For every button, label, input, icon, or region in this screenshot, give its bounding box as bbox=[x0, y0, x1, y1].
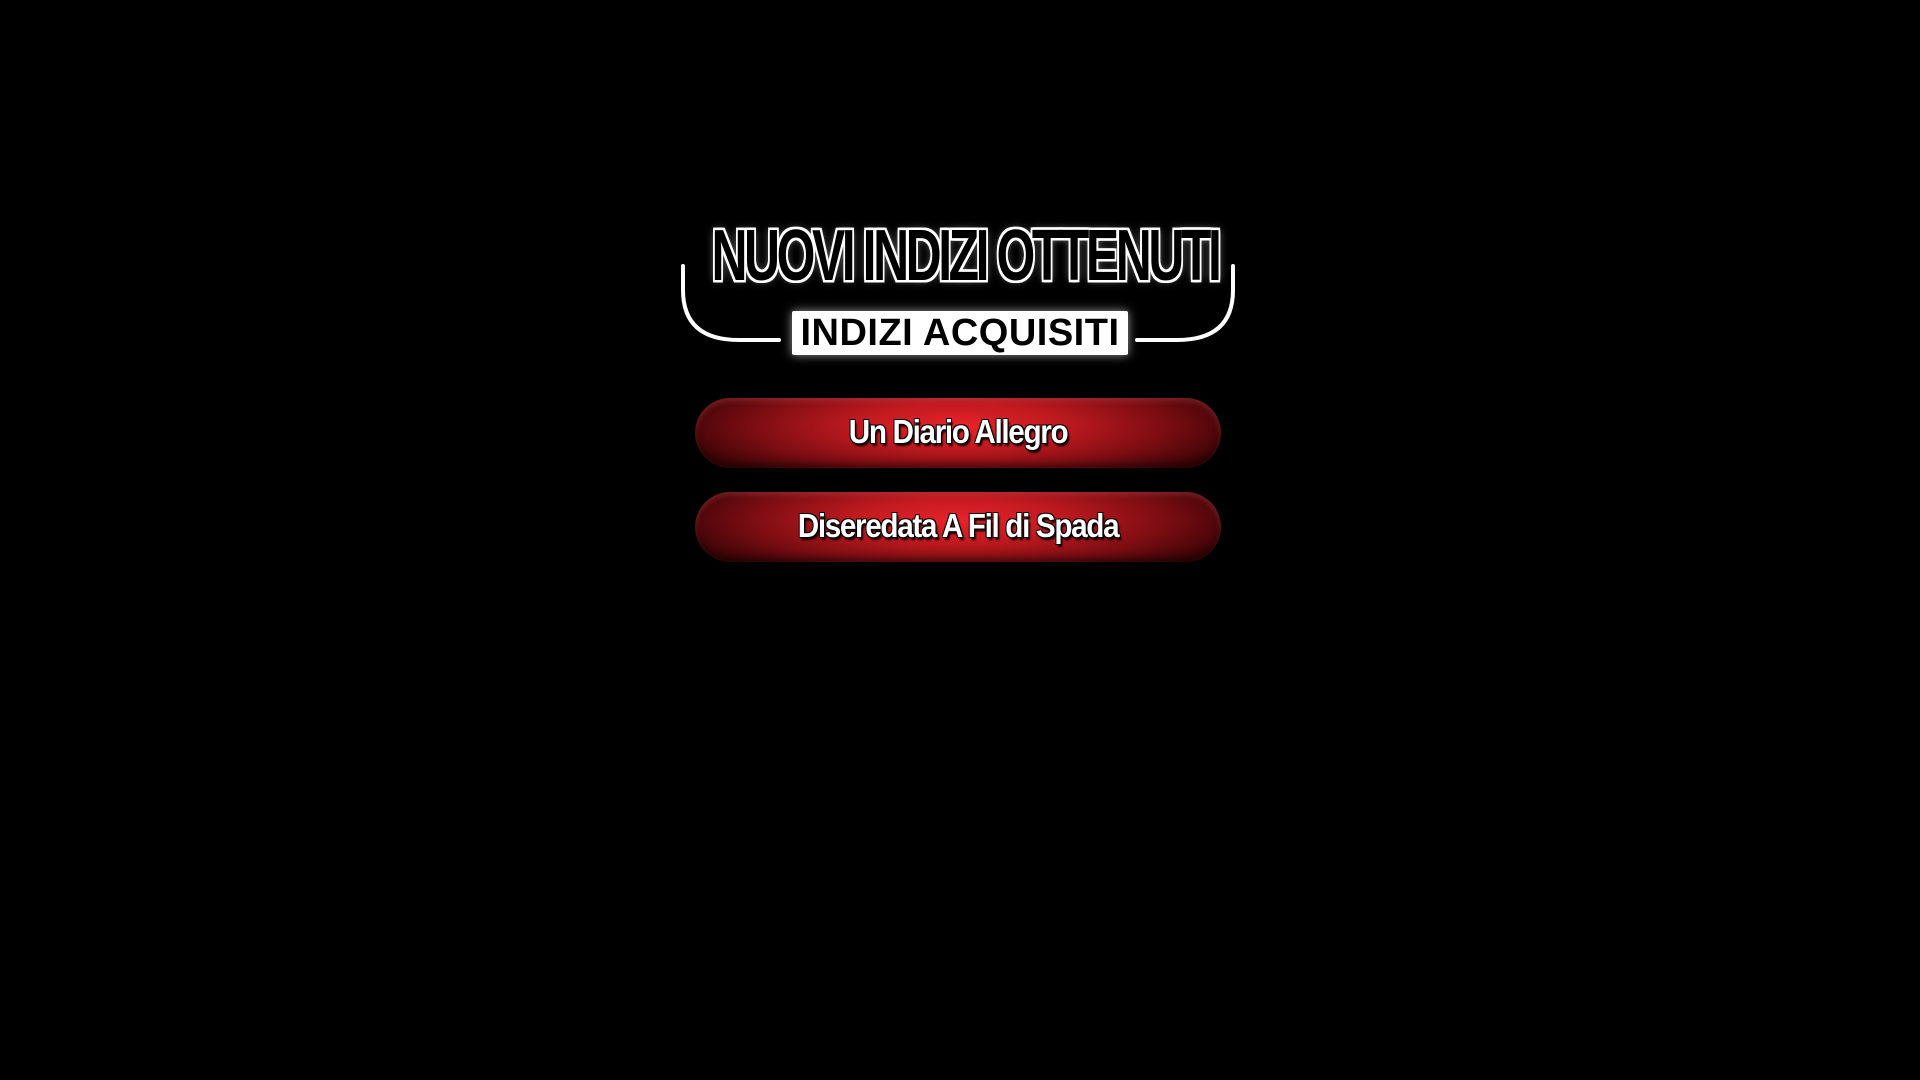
clue-label: Un Diario Allegro bbox=[848, 413, 1069, 450]
banner-subtitle-text: INDIZI ACQUISITI bbox=[792, 311, 1128, 355]
clue-label: Diseredata A Fil di Spada bbox=[797, 507, 1120, 544]
banner-subtitle: INDIZI ACQUISITI bbox=[671, 308, 1249, 358]
clue-list: Un Diario Allegro Diseredata A Fil di Sp… bbox=[695, 398, 1221, 586]
clues-banner: NUOVI INDIZI OTTENUTI INDIZI ACQUISITI bbox=[671, 210, 1249, 360]
clue-button-diseredata-a-fil-di-spada[interactable]: Diseredata A Fil di Spada bbox=[695, 492, 1221, 562]
clue-button-un-diario-allegro[interactable]: Un Diario Allegro bbox=[695, 398, 1221, 468]
banner-title: NUOVI INDIZI OTTENUTI bbox=[711, 214, 1221, 296]
